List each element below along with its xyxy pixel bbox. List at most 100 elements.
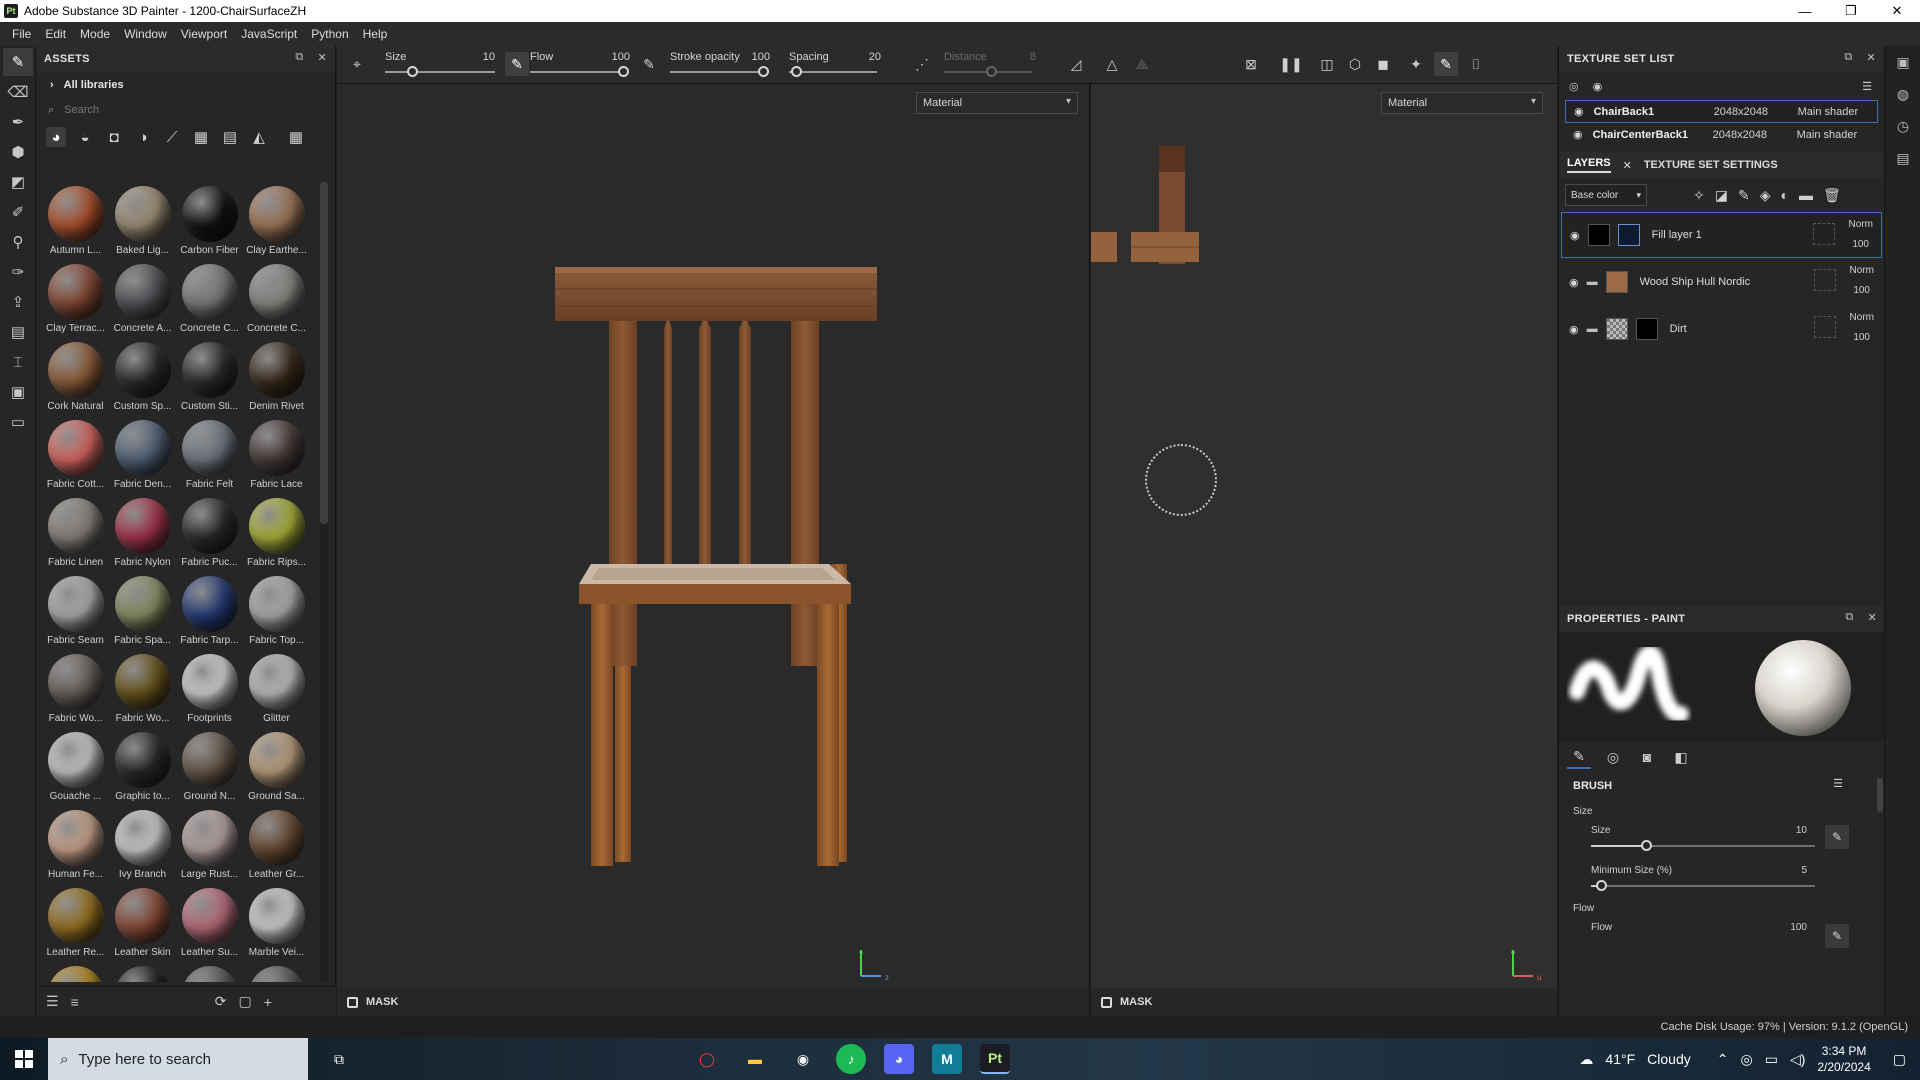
measure-icon[interactable]: ⌶ bbox=[3, 348, 33, 376]
asset-tile[interactable]: Large Rust... bbox=[176, 806, 243, 884]
masks-filter-icon[interactable]: ◘ bbox=[104, 127, 124, 147]
grid-view-icon[interactable]: ▦ bbox=[286, 127, 306, 147]
mask-checkbox[interactable] bbox=[1101, 996, 1112, 1008]
asset-tile[interactable]: Ivy Branch bbox=[109, 806, 176, 884]
asset-tile[interactable]: Marble Vei... bbox=[243, 884, 310, 962]
asset-tile[interactable]: Ground N... bbox=[176, 728, 243, 806]
filters-filter-icon[interactable]: ▤ bbox=[220, 127, 240, 147]
paint-brush-tool-icon[interactable]: ✎ bbox=[3, 48, 33, 76]
asset-tile[interactable] bbox=[109, 962, 176, 982]
radial-symmetry-icon[interactable]: ⟁ bbox=[1130, 52, 1154, 76]
brushes-filter-icon[interactable]: ⟋ bbox=[162, 127, 182, 147]
substance-painter-icon[interactable]: Pt bbox=[980, 1044, 1010, 1074]
polygon-fill-tool-icon[interactable]: ⬢ bbox=[3, 138, 33, 166]
tab-texture-set-settings[interactable]: TEXTURE SET SETTINGS bbox=[1644, 159, 1778, 171]
asset-tile[interactable]: Ground Sa... bbox=[243, 728, 310, 806]
channel-dropdown[interactable]: Base color ▾ bbox=[1565, 184, 1647, 206]
asset-tile[interactable]: Footprints bbox=[176, 650, 243, 728]
brush-menu-icon[interactable]: ☰ bbox=[1833, 777, 1843, 790]
minimize-button[interactable]: — bbox=[1782, 0, 1828, 22]
opera-icon[interactable]: ◯ bbox=[692, 1044, 722, 1074]
viewport-2d[interactable]: Material ▾ vu MASK bbox=[1091, 84, 1557, 1016]
volume-icon[interactable]: ◁) bbox=[1790, 1051, 1805, 1068]
mask-checkbox[interactable] bbox=[347, 996, 358, 1008]
maya-icon[interactable]: M bbox=[932, 1044, 962, 1074]
notification-icon[interactable]: ▢ bbox=[1893, 1051, 1906, 1068]
asset-tile[interactable]: Custom Sp... bbox=[109, 338, 176, 416]
flow-slider-row[interactable]: Flow 100 ✎ bbox=[1559, 920, 1877, 954]
hide-ui-icon[interactable]: ⊠ bbox=[1239, 52, 1263, 76]
visibility-eye-icon[interactable]: ◉ bbox=[1574, 105, 1584, 118]
list-view-icon[interactable]: ≡ bbox=[71, 994, 79, 1010]
asset-tile[interactable]: Concrete C... bbox=[243, 260, 310, 338]
asset-tile[interactable]: Leather Gr... bbox=[243, 806, 310, 884]
tray-chevron-up-icon[interactable]: ⌃ bbox=[1717, 1051, 1729, 1068]
menu-python[interactable]: Python bbox=[311, 27, 348, 41]
asset-tile[interactable]: Fabric Den... bbox=[109, 416, 176, 494]
add-paint-layer-icon[interactable]: ✎ bbox=[1738, 187, 1750, 204]
menu-window[interactable]: Window bbox=[124, 27, 167, 41]
filter-options-icon[interactable]: ☰ bbox=[46, 993, 59, 1010]
discord-icon[interactable]: ◕ bbox=[884, 1044, 914, 1074]
layer-mask-thumbnail[interactable] bbox=[1635, 318, 1658, 340]
scrollbar-thumb[interactable] bbox=[320, 182, 328, 524]
asset-tile[interactable]: Carbon Fiber bbox=[176, 182, 243, 260]
shader-settings-icon[interactable]: ◍ bbox=[1885, 78, 1920, 110]
add-effect-icon[interactable]: ✧ bbox=[1693, 187, 1705, 204]
projection-tool-icon[interactable]: ✒ bbox=[3, 108, 33, 136]
pause-icon[interactable]: ❚❚ bbox=[1279, 52, 1303, 76]
flow-pen-icon[interactable]: ✎ bbox=[1825, 924, 1849, 948]
add-mask-icon[interactable]: ◪ bbox=[1715, 187, 1728, 204]
refresh-icon[interactable]: ⟳ bbox=[215, 993, 227, 1010]
float-panel-icon[interactable]: ⧉ bbox=[295, 51, 303, 64]
blend-mode-dropdown[interactable]: Norm bbox=[1850, 265, 1874, 276]
viewport-3d-mask-bar[interactable]: MASK bbox=[337, 988, 1089, 1016]
spotify-icon[interactable]: ♪ bbox=[836, 1044, 866, 1074]
layer-mask-thumbnail[interactable] bbox=[1617, 224, 1640, 246]
symmetry-tool-icon[interactable]: ⌖ bbox=[345, 52, 369, 76]
textures-filter-icon[interactable]: ▦ bbox=[191, 127, 211, 147]
color-picker-tool-icon[interactable]: ✑ bbox=[3, 258, 33, 286]
steam-icon[interactable]: ◉ bbox=[788, 1044, 818, 1074]
asset-tile[interactable]: Fabric Tarp... bbox=[176, 572, 243, 650]
menu-javascript[interactable]: JavaScript bbox=[241, 27, 297, 41]
visibility-eye-icon[interactable]: ◉ bbox=[1573, 128, 1583, 141]
smart-materials-filter-icon[interactable]: ◒ bbox=[75, 127, 95, 147]
menu-mode[interactable]: Mode bbox=[80, 27, 110, 41]
min-size-slider-row[interactable]: Minimum Size (%) 5 bbox=[1559, 863, 1877, 897]
asset-tile[interactable]: Clay Earthe... bbox=[243, 182, 310, 260]
viewer-settings-icon[interactable]: ▭ bbox=[3, 408, 33, 436]
viewport-3d[interactable]: Material ▾ y z MASK bbox=[337, 84, 1090, 1016]
close-window-button[interactable]: ✕ bbox=[1874, 0, 1920, 22]
cube-view-icon[interactable]: ⬡ bbox=[1343, 52, 1367, 76]
layer-mask-slot[interactable] bbox=[1813, 223, 1835, 245]
display-settings-icon[interactable]: ▣ bbox=[1885, 46, 1920, 78]
weather-cloud-icon[interactable]: ☁ bbox=[1579, 1051, 1593, 1068]
texture-set-row[interactable]: ◉ ChairBack1 2048x2048 Main shader bbox=[1565, 100, 1878, 123]
folder-icon[interactable]: ▢ bbox=[238, 993, 251, 1010]
split-view-icon[interactable]: ◫ bbox=[1315, 52, 1339, 76]
library-selector[interactable]: › All libraries bbox=[36, 72, 335, 98]
asset-tile[interactable]: Leather Skin bbox=[109, 884, 176, 962]
eraser-tool-icon[interactable]: ⌫ bbox=[3, 78, 33, 106]
webcam-icon[interactable]: ◎ bbox=[1740, 1051, 1752, 1068]
export-icon[interactable]: ⇪ bbox=[3, 288, 33, 316]
materials-filter-icon[interactable]: ◕ bbox=[46, 127, 66, 147]
asset-tile[interactable]: Fabric Felt bbox=[176, 416, 243, 494]
asset-tile[interactable]: Fabric Spa... bbox=[109, 572, 176, 650]
network-icon[interactable]: ▭ bbox=[1765, 1051, 1778, 1068]
geometry-fill-tool-icon[interactable]: ◩ bbox=[3, 168, 33, 196]
asset-tile[interactable]: Concrete A... bbox=[109, 260, 176, 338]
screenshot-camera-icon[interactable]: ⌷ bbox=[1464, 52, 1488, 76]
stencil-tab-icon[interactable]: ◙ bbox=[1635, 745, 1659, 769]
asset-tile[interactable]: Graphic to... bbox=[109, 728, 176, 806]
flow-pen-icon[interactable]: ✎ bbox=[637, 52, 661, 76]
asset-scrollbar[interactable] bbox=[320, 182, 328, 982]
min-size-value[interactable]: 5 bbox=[1801, 865, 1807, 876]
asset-tile[interactable]: Baked Lig... bbox=[109, 182, 176, 260]
asset-tile[interactable]: Fabric Cott... bbox=[42, 416, 109, 494]
layer-row[interactable]: ◉ Fill layer 1 Norm 100 bbox=[1561, 212, 1882, 258]
asset-tile[interactable]: Custom Sti... bbox=[176, 338, 243, 416]
alpha-tab-icon[interactable]: ◎ bbox=[1601, 745, 1625, 769]
asset-tile[interactable]: Human Fe... bbox=[42, 806, 109, 884]
